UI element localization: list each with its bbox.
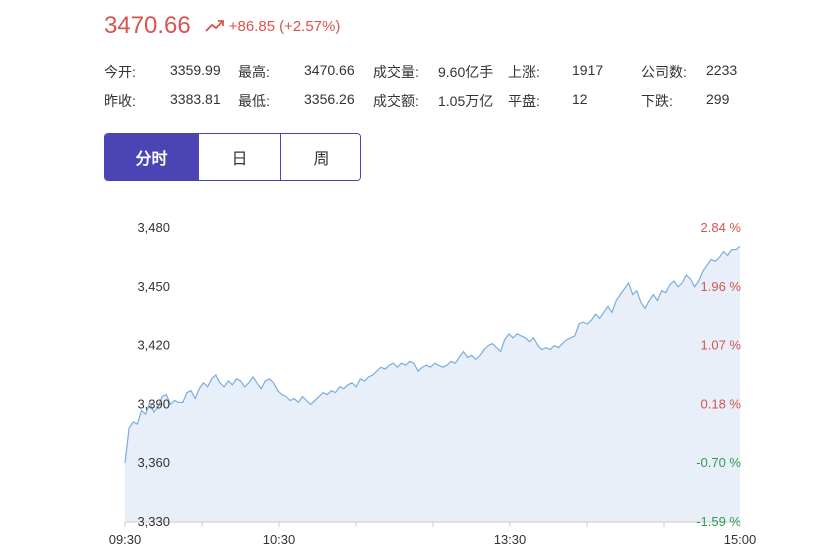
y-tick-label: 3,390 <box>137 396 170 411</box>
y-tick-label: 3,330 <box>137 514 170 529</box>
x-tick-label: 13:30 <box>494 532 527 547</box>
intraday-chart: 3,330 3,360 3,390 3,420 3,450 3,480 -1.59 % -0… <box>109 220 757 547</box>
x-tick-label: 15:00 <box>724 532 757 547</box>
pct-tick-label: -0.70 % <box>696 455 741 470</box>
x-tick-label: 10:30 <box>263 532 296 547</box>
y-tick-label: 3,450 <box>137 279 170 294</box>
pct-tick-label: 1.07 % <box>701 338 742 353</box>
y-tick-label: 3,480 <box>137 220 170 235</box>
pct-tick-label: 0.18 % <box>701 396 742 411</box>
y-tick-label: 3,360 <box>137 455 170 470</box>
price-area-fill <box>125 246 740 523</box>
pct-tick-label: -1.59 % <box>696 514 741 529</box>
y-tick-label: 3,420 <box>137 338 170 353</box>
x-axis-labels: 09:30 10:30 13:30 15:00 <box>109 532 757 547</box>
pct-tick-label: 1.96 % <box>701 279 742 294</box>
x-tick-label: 09:30 <box>109 532 142 547</box>
x-axis-ticks <box>124 522 741 527</box>
pct-tick-label: 2.84 % <box>701 220 742 235</box>
